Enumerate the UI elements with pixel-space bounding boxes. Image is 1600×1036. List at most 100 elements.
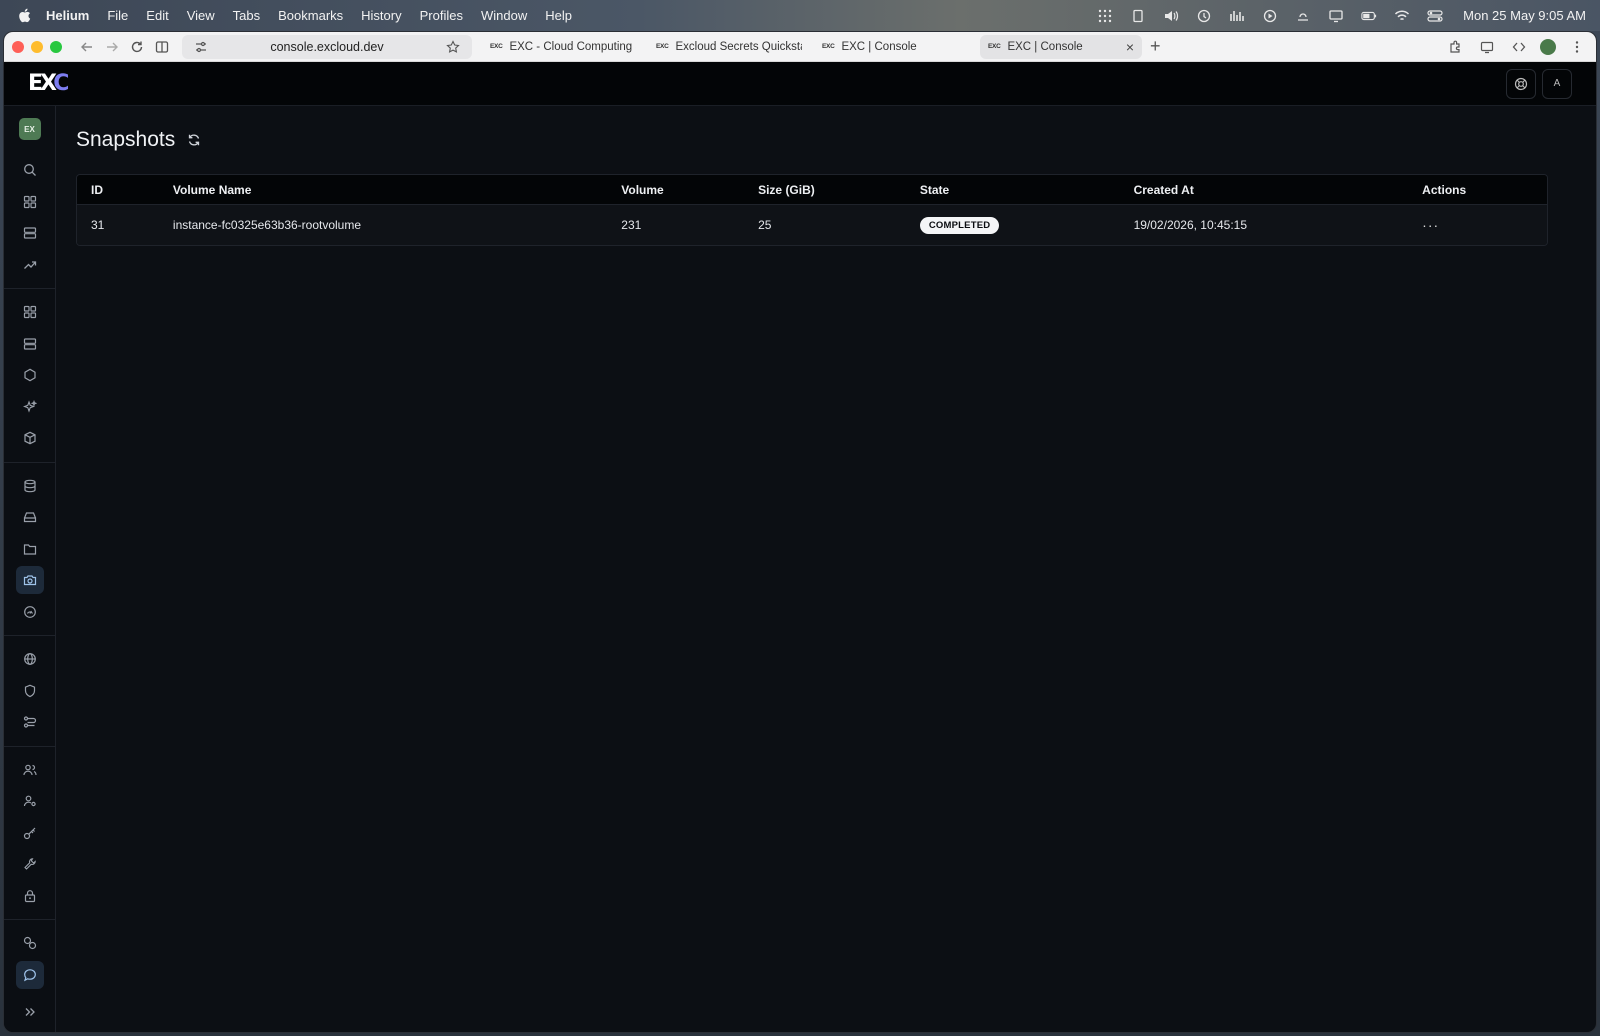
wrench-key-icon[interactable] <box>16 850 44 878</box>
menu-tabs[interactable]: Tabs <box>233 8 260 23</box>
instances-grid-icon[interactable] <box>16 298 44 326</box>
column-header-id[interactable]: ID <box>77 183 159 197</box>
wifi-icon[interactable] <box>1393 9 1411 23</box>
battery-icon[interactable] <box>1360 9 1378 23</box>
cast-icon[interactable] <box>1476 36 1498 58</box>
help-lifebuoy-icon[interactable] <box>1506 68 1536 99</box>
shield-icon[interactable] <box>16 677 44 705</box>
box-package-icon[interactable] <box>16 424 44 452</box>
weather-icon[interactable] <box>1294 9 1312 23</box>
server-rack-icon[interactable] <box>16 330 44 358</box>
folder-icon[interactable] <box>16 535 44 563</box>
key-icon[interactable] <box>16 819 44 847</box>
time-machine-icon[interactable] <box>1195 9 1213 23</box>
tab-favicon: EXC <box>822 43 835 50</box>
menu-file[interactable]: File <box>107 8 128 23</box>
address-bar[interactable]: console.excloud.dev <box>182 34 472 59</box>
logo-text-c: C <box>53 71 69 96</box>
tab-title: EXC | Console <box>841 40 917 53</box>
tab-title: Excloud Secrets Quickstart <box>675 40 802 53</box>
minimize-window-button[interactable] <box>31 40 43 53</box>
forward-arrow-icon[interactable] <box>101 36 123 58</box>
clipboard-icon[interactable] <box>1129 9 1147 23</box>
main-content: Snapshots ID Volume Name Volume Size (Gi… <box>56 106 1596 1032</box>
split-view-icon[interactable] <box>151 36 173 58</box>
dashboard-grid-icon[interactable] <box>16 188 44 216</box>
extensions-icon[interactable] <box>1444 36 1466 58</box>
devtools-icon[interactable] <box>1508 36 1530 58</box>
search-icon[interactable] <box>16 156 44 184</box>
user-avatar-button[interactable]: A <box>1542 68 1572 99</box>
refresh-icon[interactable] <box>187 133 201 147</box>
workspace-badge[interactable]: EX <box>18 118 41 140</box>
column-header-size[interactable]: Size (GiB) <box>744 183 906 197</box>
menu-app-name[interactable]: Helium <box>46 8 89 23</box>
reload-icon[interactable] <box>126 36 148 58</box>
close-window-button[interactable] <box>12 40 24 53</box>
menu-help[interactable]: Help <box>545 8 572 23</box>
globe-icon[interactable] <box>16 645 44 673</box>
display-icon[interactable] <box>1327 9 1345 23</box>
page-header: Snapshots <box>76 120 1576 160</box>
logo-text-ex: EX <box>28 71 56 96</box>
column-header-created-at[interactable]: Created At <box>1120 183 1409 197</box>
backup-gauge-icon[interactable] <box>16 598 44 626</box>
cell-volume-name: instance-fc0325e63b36-rootvolume <box>172 218 362 232</box>
chat-support-icon[interactable] <box>15 960 44 989</box>
browser-window: console.excloud.dev EXC EXC - Cloud Comp… <box>3 31 1597 1033</box>
tab-favicon: EXC <box>490 43 503 50</box>
close-tab-icon[interactable]: × <box>1126 39 1134 55</box>
expand-sidebar-icon[interactable] <box>16 998 44 1026</box>
browser-tab[interactable]: EXC EXC | Console <box>814 35 976 59</box>
menu-edit[interactable]: Edit <box>146 8 168 23</box>
new-tab-button[interactable]: + <box>1150 36 1161 57</box>
macos-menubar: Helium File Edit View Tabs Bookmarks His… <box>0 0 1600 31</box>
menu-window[interactable]: Window <box>481 8 527 23</box>
browser-tab[interactable]: EXC Excloud Secrets Quickstart <box>648 35 810 59</box>
site-settings-icon[interactable] <box>190 36 212 58</box>
back-arrow-icon[interactable] <box>76 36 98 58</box>
hard-drive-icon[interactable] <box>16 503 44 531</box>
exc-logo[interactable]: EXC <box>28 71 69 96</box>
menubar-clock[interactable]: Mon 25 May 9:05 AM <box>1463 8 1586 23</box>
status-badge: COMPLETED <box>919 216 1000 234</box>
column-header-volume[interactable]: Volume <box>607 183 744 197</box>
browser-tab-active[interactable]: EXC EXC | Console × <box>980 34 1142 59</box>
sidebar-divider <box>4 461 56 463</box>
play-icon[interactable] <box>1261 9 1279 23</box>
tab-title: EXC - Cloud Computing Serv <box>509 40 636 53</box>
column-header-volume-name[interactable]: Volume Name <box>159 183 607 197</box>
link-integrations-icon[interactable] <box>16 929 44 957</box>
star-icon[interactable] <box>442 36 464 58</box>
network-route-icon[interactable] <box>16 708 44 736</box>
tab-title: EXC | Console <box>1007 40 1083 53</box>
servers-icon[interactable] <box>16 219 44 247</box>
url-text[interactable]: console.excloud.dev <box>212 40 442 54</box>
sparkles-icon[interactable] <box>16 393 44 421</box>
grid-dots-icon[interactable] <box>1096 9 1114 23</box>
browser-tab[interactable]: EXC EXC - Cloud Computing Serv <box>482 35 644 59</box>
apple-icon[interactable] <box>18 8 32 24</box>
tab-favicon: EXC <box>656 43 669 50</box>
menu-profiles[interactable]: Profiles <box>420 8 463 23</box>
control-center-icon[interactable] <box>1426 9 1444 23</box>
maximize-window-button[interactable] <box>50 40 62 53</box>
page-title: Snapshots <box>76 128 176 151</box>
trending-up-icon[interactable] <box>16 251 44 279</box>
users-icon[interactable] <box>16 756 44 784</box>
table-row[interactable]: 31 instance-fc0325e63b36-rootvolume 231 … <box>77 205 1547 245</box>
menu-bookmarks[interactable]: Bookmarks <box>278 8 343 23</box>
more-actions-button[interactable]: ··· <box>1422 217 1439 233</box>
menu-view[interactable]: View <box>187 8 215 23</box>
user-settings-icon[interactable] <box>16 787 44 815</box>
database-icon[interactable] <box>16 472 44 500</box>
camera-snapshots-icon[interactable] <box>15 566 44 594</box>
stats-icon[interactable] <box>1228 9 1246 23</box>
kebab-menu-icon[interactable] <box>1566 36 1588 58</box>
column-header-state[interactable]: State <box>906 183 1120 197</box>
menu-history[interactable]: History <box>361 8 401 23</box>
profile-avatar[interactable] <box>1540 38 1556 55</box>
lock-icon[interactable] <box>16 882 44 910</box>
volume-icon[interactable] <box>1162 9 1180 23</box>
hexagon-icon[interactable] <box>16 361 44 389</box>
